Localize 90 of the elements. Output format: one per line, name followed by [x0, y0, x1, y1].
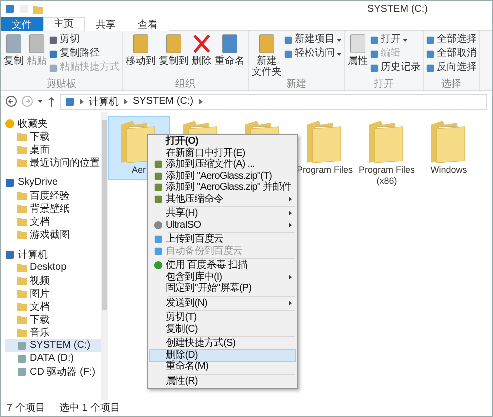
menu-item[interactable]: 包含到库中(I): [150, 272, 295, 283]
ribbon-button[interactable]: 剪切: [49, 34, 120, 46]
breadcrumb[interactable]: 计算机: [89, 94, 119, 108]
ribbon-button[interactable]: 全部取消: [426, 48, 477, 60]
ribbon-tab[interactable]: 文件: [1, 17, 43, 31]
menu-item[interactable]: 发送到(N): [150, 298, 295, 309]
nav-item[interactable]: 视频: [5, 274, 101, 287]
nav-item[interactable]: 背景壁纸: [5, 202, 101, 215]
nav-item[interactable]: 音乐: [5, 326, 101, 339]
file-name[interactable]: Program Files: [296, 165, 353, 176]
nav-section[interactable]: 计算机: [18, 248, 48, 262]
chevron-icon: [80, 98, 84, 104]
menu-item[interactable]: 创建快捷方式(S): [150, 338, 295, 350]
address-bar[interactable]: 计算机 SYSTEM (C:): [60, 94, 487, 110]
ribbon-button[interactable]: 全部选择: [426, 34, 477, 46]
menu-item[interactable]: UltraISO: [150, 220, 295, 231]
nav-item[interactable]: Desktop: [5, 261, 101, 274]
file-name[interactable]: Aer: [132, 165, 146, 176]
chevron-icon: [124, 98, 128, 104]
nav-section[interactable]: SkyDrive: [18, 177, 58, 188]
submenu-arrow-icon: [288, 300, 292, 306]
ribbon-button[interactable]: 复制到: [158, 33, 190, 79]
menu-item[interactable]: 在新窗口中打开(E): [150, 148, 295, 159]
ribbon-tab[interactable]: 共享: [85, 17, 127, 31]
menu-item[interactable]: 删除(D): [150, 350, 295, 361]
ribbon-button[interactable]: 复制路径: [49, 48, 120, 60]
nav-item[interactable]: 图片: [5, 287, 101, 300]
menu-item[interactable]: 添加到 "AeroGlass.zip"(T): [150, 170, 295, 182]
back-icon[interactable]: [6, 96, 17, 107]
group-label: 组织: [174, 79, 196, 90]
nav-item[interactable]: DATA (D:): [5, 352, 101, 365]
menu-item[interactable]: 属性(R): [150, 376, 295, 387]
menu-item[interactable]: 剪切(T): [150, 312, 295, 324]
nav-item[interactable]: 文档: [5, 300, 101, 313]
caret-icon: [337, 52, 342, 56]
caret-icon: [337, 38, 342, 42]
ribbon-button[interactable]: 打开: [370, 34, 421, 46]
menu-item[interactable]: 其他压缩命令: [150, 194, 295, 205]
menu-item[interactable]: 添加到压缩文件(A) ...: [150, 159, 295, 170]
ribbon-button[interactable]: 新建 文件夹: [251, 33, 283, 79]
window-title: SYSTEM (C:): [367, 4, 428, 14]
nav-item[interactable]: 最近访问的位置: [5, 156, 101, 169]
ribbon-tab[interactable]: 查看: [127, 17, 169, 31]
ribbon-button[interactable]: 移动到: [125, 33, 157, 79]
nav-item[interactable]: 文档: [5, 215, 101, 228]
menu-item[interactable]: 共享(H): [150, 208, 295, 220]
submenu-arrow-icon: [288, 196, 292, 202]
ribbon-button[interactable]: 复制: [3, 33, 25, 79]
menu-item[interactable]: 重命名(M): [150, 361, 295, 372]
menu-item[interactable]: 上传到百度云: [150, 234, 295, 246]
ribbon-button[interactable]: 反向选择: [426, 62, 477, 74]
nav-item[interactable]: 下载: [5, 130, 101, 143]
ribbon-button[interactable]: 历史记录: [370, 62, 421, 74]
menu-item[interactable]: 添加到 "AeroGlass.zip" 并邮件: [150, 182, 295, 194]
chevron-icon: [198, 98, 203, 104]
group-label: 打开: [373, 79, 395, 90]
ribbon-button[interactable]: 新建项目: [284, 34, 342, 46]
caret-icon: [403, 38, 408, 42]
nav-item[interactable]: SYSTEM (C:): [5, 339, 101, 352]
ribbon-button[interactable]: 属性: [347, 33, 369, 79]
menu-item[interactable]: 固定到"开始"屏幕(P): [150, 283, 295, 294]
menu-item[interactable]: 复制(C): [150, 324, 295, 335]
nav-item[interactable]: 下载: [5, 313, 101, 326]
ribbon-button[interactable]: 轻松访问: [284, 48, 342, 60]
nav-item[interactable]: 百度经验: [5, 189, 101, 202]
caret-icon: [38, 100, 43, 103]
breadcrumb[interactable]: SYSTEM (C:): [133, 96, 194, 107]
menu-item[interactable]: 打开(O): [150, 136, 295, 148]
item-count: 7 个项目: [7, 402, 46, 415]
ribbon-button[interactable]: 重命名: [214, 33, 246, 79]
group-label: 选择: [440, 79, 462, 90]
file-name[interactable]: Windows: [430, 165, 468, 176]
ribbon-tab[interactable]: 主页: [43, 17, 85, 31]
selection-count: 选中 1 个项目: [59, 402, 120, 415]
folder-icon: [33, 4, 43, 14]
menu-item[interactable]: 使用 百度杀毒 扫描: [150, 260, 295, 272]
submenu-arrow-icon: [288, 222, 292, 228]
group-label: 新建: [286, 79, 308, 90]
nav-item[interactable]: 桌面: [5, 143, 101, 156]
file-name[interactable]: Program Files (x86): [357, 165, 417, 187]
up-arrow-icon[interactable]: [48, 96, 55, 106]
submenu-arrow-icon: [288, 274, 292, 280]
delete-icon: [192, 33, 212, 55]
nav-section[interactable]: 收藏夹: [18, 116, 48, 130]
submenu-arrow-icon: [288, 211, 292, 216]
group-label: 剪贴板: [46, 79, 78, 90]
nav-item[interactable]: 游戏截图: [5, 228, 101, 241]
nav-item[interactable]: CD 驱动器 (F:): [5, 365, 101, 378]
scrollbar[interactable]: [101, 112, 108, 400]
ribbon-button[interactable]: 删除: [191, 33, 213, 79]
